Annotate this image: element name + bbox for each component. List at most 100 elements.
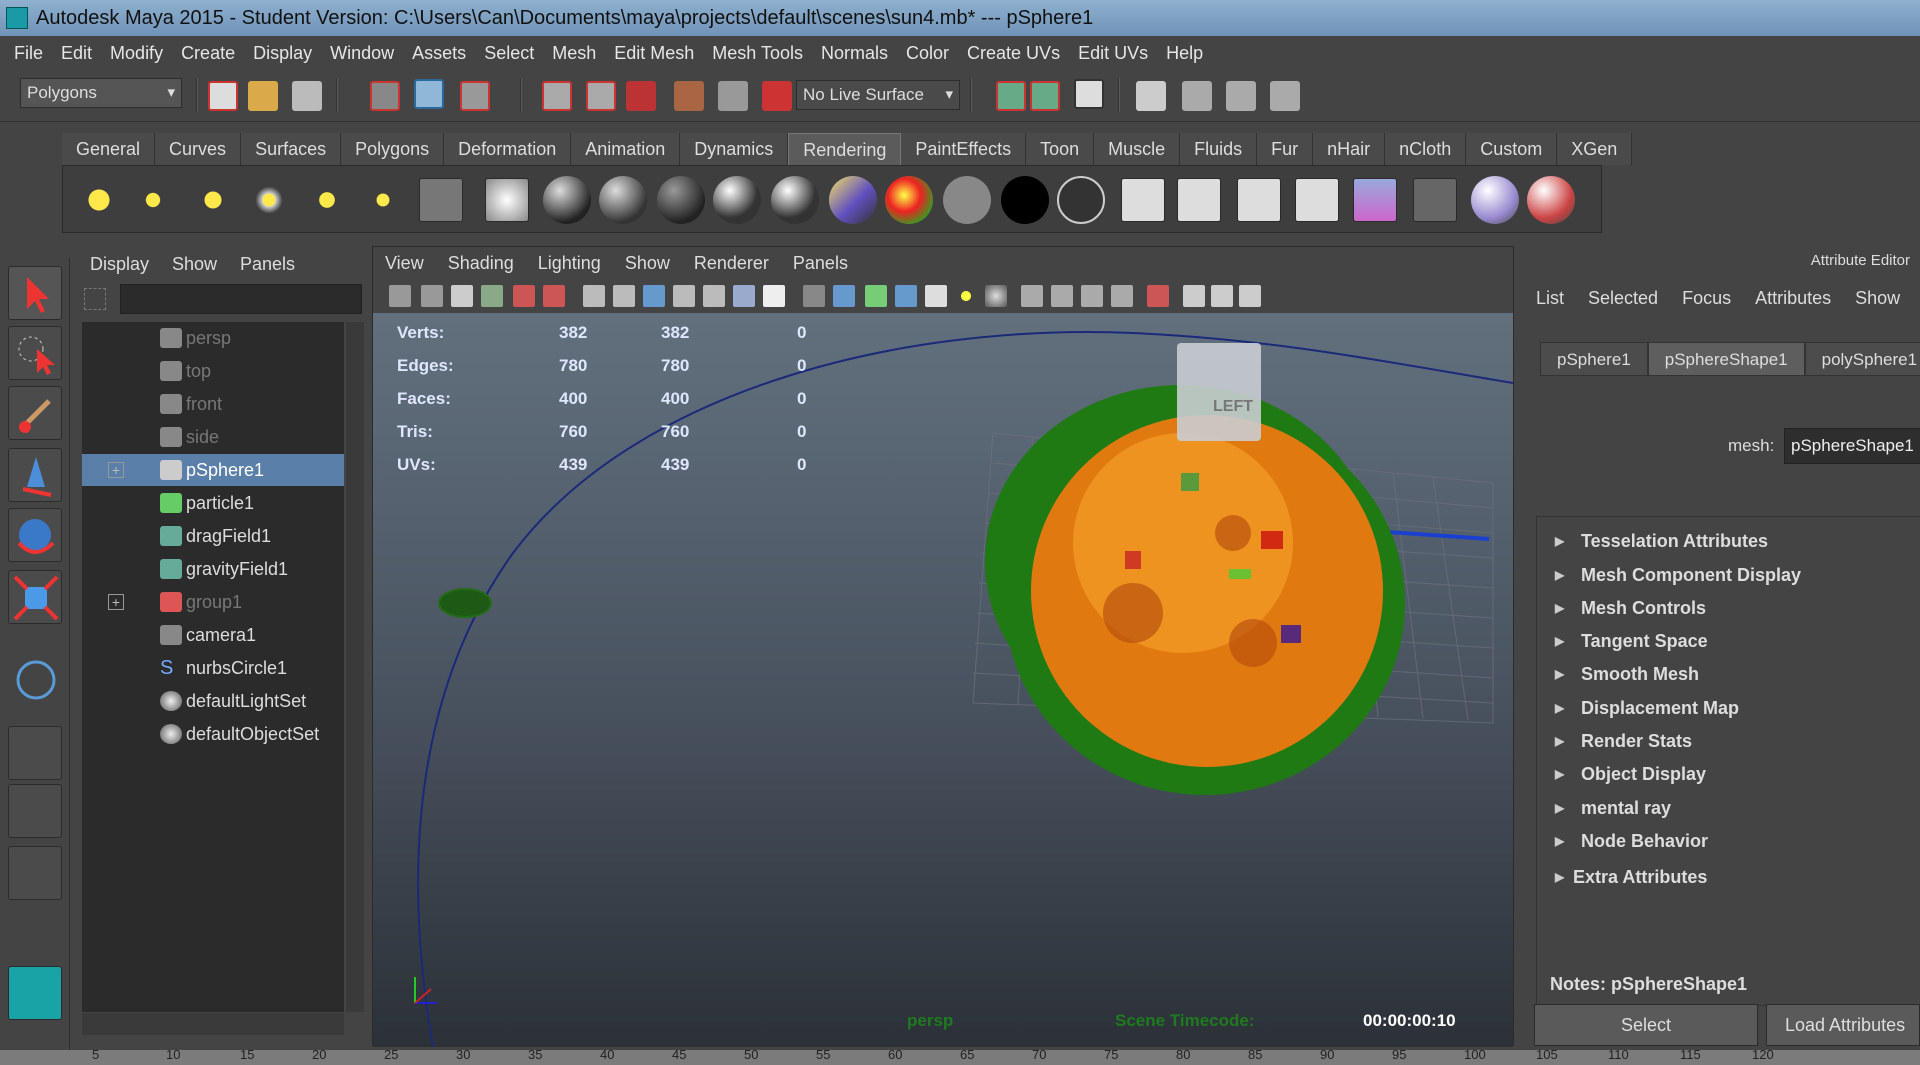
shelf-tab-custom[interactable]: Custom [1466, 133, 1558, 165]
gate-mask-icon[interactable] [733, 285, 755, 307]
wireframe-on-shaded-icon[interactable] [865, 285, 887, 307]
menu-display[interactable]: Display [247, 43, 324, 64]
xray-active-components-icon[interactable] [1211, 285, 1233, 307]
outliner-item-defaultobjectset[interactable]: defaultObjectSet [82, 718, 344, 750]
outliner-persp-layout-icon[interactable] [8, 846, 62, 900]
snap-grid-icon[interactable] [542, 81, 572, 111]
field-chart-icon[interactable] [643, 285, 665, 307]
section-mesh-component-display[interactable]: Mesh Component Display [1547, 559, 1920, 591]
vp-menu-view[interactable]: View [385, 253, 448, 274]
menu-file[interactable]: File [8, 43, 55, 64]
vp-menu-show[interactable]: Show [625, 253, 694, 274]
snap-point-icon[interactable] [626, 81, 656, 111]
cancel-batch-icon[interactable] [1413, 178, 1457, 222]
outliner-menu-display[interactable]: Display [90, 254, 149, 275]
isolate-select-icon[interactable] [1147, 285, 1169, 307]
section-node-behavior[interactable]: Node Behavior [1547, 825, 1920, 857]
menu-create-uvs[interactable]: Create UVs [961, 43, 1072, 64]
ae-tab-psphere1[interactable]: pSphere1 [1540, 342, 1648, 376]
shelf-tab-polygons[interactable]: Polygons [341, 133, 445, 165]
outliner-menu-show[interactable]: Show [172, 254, 217, 275]
expand-icon[interactable]: + [108, 462, 124, 478]
vp-menu-renderer[interactable]: Renderer [694, 253, 793, 274]
layered-shader-icon[interactable] [829, 176, 877, 224]
construction-history-icon[interactable] [1074, 79, 1104, 109]
menu-modify[interactable]: Modify [104, 43, 175, 64]
paint-tool-icon[interactable] [1527, 176, 1575, 224]
safe-action-icon[interactable] [673, 285, 695, 307]
section-object-display[interactable]: Object Display [1547, 758, 1920, 790]
camera-select-icon[interactable] [389, 285, 411, 307]
shelf-tab-fluids[interactable]: Fluids [1180, 133, 1258, 165]
section-mesh-controls[interactable]: Mesh Controls [1547, 592, 1920, 624]
ae-menu-attributes[interactable]: Attributes [1755, 288, 1855, 309]
safe-title-icon[interactable] [703, 285, 725, 307]
select-tool-icon[interactable] [8, 266, 62, 320]
outliner-search-input[interactable] [120, 284, 362, 314]
filter-icon[interactable] [84, 288, 106, 310]
outliner-item-top[interactable]: top [82, 355, 344, 387]
outliner-item-side[interactable]: side [82, 421, 344, 453]
last-tool-icon[interactable] [8, 652, 62, 706]
shelf-tab-curves[interactable]: Curves [155, 133, 242, 165]
menu-edit-mesh[interactable]: Edit Mesh [608, 43, 706, 64]
text-hud-icon[interactable] [763, 285, 785, 307]
lasso-tool-icon[interactable] [8, 326, 62, 380]
paint-select-tool-icon[interactable] [8, 386, 62, 440]
mesh-name-field[interactable]: pSphereShape1 [1784, 428, 1920, 464]
time-slider[interactable]: 5 10 15 20 25 30 35 40 45 50 55 60 65 70… [0, 1050, 1920, 1065]
outliner-item-dragfield1[interactable]: dragField1 [82, 520, 344, 552]
scale-tool-icon[interactable] [8, 570, 62, 624]
volume-light-icon[interactable] [359, 176, 407, 224]
bookmark-icon[interactable] [451, 285, 473, 307]
four-pane-layout-icon[interactable] [8, 784, 62, 838]
select-component-icon[interactable] [460, 81, 490, 111]
vp-menu-lighting[interactable]: Lighting [538, 253, 625, 274]
ipr-render-icon[interactable] [1226, 81, 1256, 111]
xray-icon[interactable] [895, 285, 917, 307]
area-light-icon[interactable] [303, 176, 351, 224]
snap-view-plane-icon[interactable] [674, 81, 704, 111]
ae-tab-polysphere1[interactable]: polySphere1 [1804, 342, 1920, 376]
camera-attributes-icon[interactable] [421, 285, 443, 307]
make-live-icon[interactable] [762, 81, 792, 111]
camera-aim-icon[interactable] [419, 178, 463, 222]
resolution-gate-icon[interactable] [543, 285, 565, 307]
outliner-vertical-scrollbar[interactable] [346, 322, 364, 1012]
outliner-item-gravityfield1[interactable]: gravityField1 [82, 553, 344, 585]
anisotropic-shader-icon[interactable] [543, 176, 591, 224]
outliner-item-nurbscircle1[interactable]: SnurbsCircle1 [82, 652, 344, 684]
menu-help[interactable]: Help [1160, 43, 1215, 64]
textured-icon[interactable] [925, 285, 947, 307]
smooth-shade-icon[interactable] [833, 285, 855, 307]
input-ops-icon[interactable] [996, 81, 1026, 111]
section-displacement-map[interactable]: Displacement Map [1547, 692, 1920, 724]
screen-space-ao-icon[interactable] [1021, 285, 1043, 307]
ae-menu-list[interactable]: List [1536, 288, 1588, 309]
shelf-tab-fur[interactable]: Fur [1257, 133, 1314, 165]
snap-curve-icon[interactable] [586, 81, 616, 111]
shelf-tab-dynamics[interactable]: Dynamics [680, 133, 789, 165]
shelf-tab-animation[interactable]: Animation [571, 133, 681, 165]
move-tool-icon[interactable] [8, 448, 62, 502]
wireframe-icon[interactable] [803, 285, 825, 307]
section-smooth-mesh[interactable]: Smooth Mesh [1547, 658, 1920, 690]
output-ops-icon[interactable] [1030, 81, 1060, 111]
menu-window[interactable]: Window [324, 43, 406, 64]
shelf-tab-muscle[interactable]: Muscle [1094, 133, 1181, 165]
render-settings-shelf-icon[interactable] [1237, 178, 1281, 222]
outliner-horizontal-scrollbar[interactable] [82, 1013, 344, 1035]
load-attributes-button[interactable]: Load Attributes [1766, 1004, 1920, 1046]
section-tesselation-attributes[interactable]: Tesselation Attributes [1547, 525, 1920, 557]
outliner-item-persp[interactable]: persp [82, 322, 344, 354]
menu-normals[interactable]: Normals [815, 43, 900, 64]
render-view-icon[interactable] [1136, 81, 1166, 111]
ipr-render-shelf-icon[interactable] [1177, 178, 1221, 222]
shelf-tab-deformation[interactable]: Deformation [444, 133, 572, 165]
perspective-viewport[interactable]: LEFT Verts: 382 382 0 Edges: 780 780 0 F… [373, 313, 1513, 1047]
directional-light-icon[interactable] [129, 176, 177, 224]
select-button[interactable]: Select [1534, 1004, 1758, 1046]
menu-edit-uvs[interactable]: Edit UVs [1072, 43, 1160, 64]
outliner-menu-panels[interactable]: Panels [240, 254, 295, 275]
render-view-shelf-icon[interactable] [1295, 178, 1339, 222]
